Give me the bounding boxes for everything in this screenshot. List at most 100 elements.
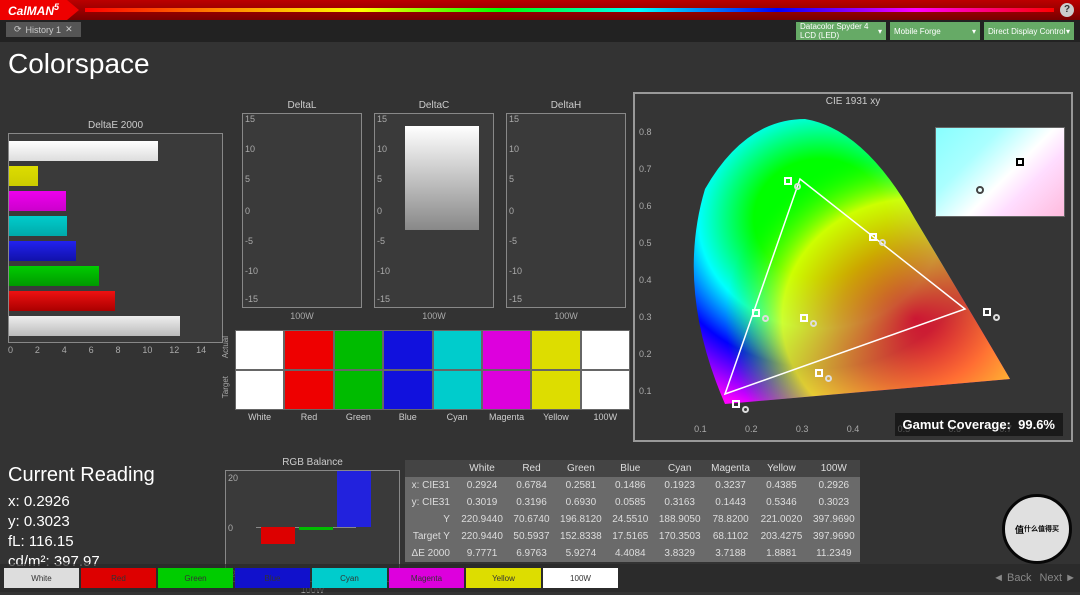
footer-btn-Cyan[interactable]: Cyan xyxy=(312,568,387,588)
rgb-bar-Red xyxy=(261,527,295,544)
reading-row: y: 0.3023 xyxy=(8,513,155,530)
table-header: Cyan xyxy=(654,460,706,477)
table-cell: 0.2924 xyxy=(456,477,508,494)
page-title: Colorspace xyxy=(8,48,1072,80)
footer-btn-Red[interactable]: Red xyxy=(81,568,156,588)
table-cell: 397.9690 xyxy=(808,528,860,545)
bar-Red xyxy=(9,291,115,311)
chevron-down-icon: ▾ xyxy=(878,27,882,36)
table-cell: 0.1443 xyxy=(706,494,755,511)
footer-btn-Magenta[interactable]: Magenta xyxy=(389,568,464,588)
swatch-actual-Red xyxy=(284,330,333,370)
swatch-target-Green xyxy=(334,370,383,410)
help-icon[interactable]: ? xyxy=(1060,3,1074,17)
footer: WhiteRedGreenBlueCyanMagentaYellow100W ◄… xyxy=(0,564,1080,592)
table-cell: 5.9274 xyxy=(555,545,607,562)
readings-table: WhiteRedGreenBlueCyanMagentaYellow100Wx:… xyxy=(405,460,860,562)
table-cell: 0.3237 xyxy=(706,477,755,494)
swatch-target-Cyan xyxy=(433,370,482,410)
table-cell: 17.5165 xyxy=(607,528,653,545)
table-rowhead: Target Y xyxy=(405,528,456,545)
cie-preview xyxy=(935,127,1065,217)
table-cell: 6.9763 xyxy=(508,545,554,562)
table-cell: 70.6740 xyxy=(508,511,554,528)
table-cell: 220.9440 xyxy=(456,528,508,545)
table-cell: 221.0020 xyxy=(755,511,807,528)
current-reading: Current Reading x: 0.2926y: 0.3023fL: 11… xyxy=(8,464,155,573)
bar-Magenta xyxy=(9,191,66,211)
table-cell: 78.8200 xyxy=(706,511,755,528)
table-cell: 0.3019 xyxy=(456,494,508,511)
table-cell: 0.2926 xyxy=(808,477,860,494)
cie-point-Red xyxy=(983,308,991,316)
footer-btn-Yellow[interactable]: Yellow xyxy=(466,568,541,588)
table-cell: 68.1102 xyxy=(706,528,755,545)
bar-Cyan xyxy=(9,216,67,236)
swatch-actual-White xyxy=(235,330,284,370)
table-cell: 11.2349 xyxy=(808,545,860,562)
table-cell: 0.3163 xyxy=(654,494,706,511)
chevron-down-icon: ▾ xyxy=(972,27,976,36)
table-cell: 3.7188 xyxy=(706,545,755,562)
hue-bar xyxy=(85,8,1054,12)
table-header: Yellow xyxy=(755,460,807,477)
table-cell: 0.6930 xyxy=(555,494,607,511)
table-rowhead: y: CIE31 xyxy=(405,494,456,511)
watermark-icon: 值什么值得买 xyxy=(1002,494,1072,564)
table-cell: 0.6784 xyxy=(508,477,554,494)
table-cell: 188.9050 xyxy=(654,511,706,528)
footer-btn-Green[interactable]: Green xyxy=(158,568,233,588)
swatch-actual-Yellow xyxy=(531,330,580,370)
device-selector-1[interactable]: Mobile Forge▾ xyxy=(890,22,980,40)
history-tab[interactable]: ⟳ History 1 ✕ xyxy=(6,22,81,37)
table-cell: 203.4275 xyxy=(755,528,807,545)
device-selector-row: Datacolor Spyder 4 LCD (LED)▾Mobile Forg… xyxy=(0,20,1080,42)
table-cell: 397.9690 xyxy=(808,511,860,528)
table-cell: 0.2581 xyxy=(555,477,607,494)
swatch-target-Yellow xyxy=(531,370,580,410)
bar-White xyxy=(9,141,158,161)
app-logo: CalMAN5 xyxy=(0,0,67,20)
gamut-coverage: Gamut Coverage: 99.6% xyxy=(895,413,1063,436)
cie-point-White xyxy=(800,314,808,322)
cie-point-Green xyxy=(784,177,792,185)
table-cell: 0.4385 xyxy=(755,477,807,494)
cie-chart: CIE 1931 xy 0.80.7 xyxy=(633,92,1073,442)
next-button[interactable]: Next► xyxy=(1039,572,1076,584)
table-cell: 0.1486 xyxy=(607,477,653,494)
rgb-bar-Green xyxy=(299,527,333,530)
table-cell: 0.3196 xyxy=(508,494,554,511)
bar-Yellow xyxy=(9,166,38,186)
table-header xyxy=(405,460,456,477)
footer-btn-White[interactable]: White xyxy=(4,568,79,588)
swatch-actual-Green xyxy=(334,330,383,370)
cie-point-Yellow xyxy=(869,233,877,241)
table-header: White xyxy=(456,460,508,477)
rgb-bar-Blue xyxy=(337,471,371,527)
table-rowhead: x: CIE31 xyxy=(405,477,456,494)
device-selector-2[interactable]: Direct Display Control▾ xyxy=(984,22,1074,40)
footer-btn-100W[interactable]: 100W xyxy=(543,568,618,588)
table-cell: 152.8338 xyxy=(555,528,607,545)
cie-point-Blue xyxy=(732,400,740,408)
swatch-actual-Magenta xyxy=(482,330,531,370)
swatch-target-Magenta xyxy=(482,370,531,410)
deltah-chart: DeltaH 151050-5-10-15100W xyxy=(506,100,626,313)
swatch-target-Red xyxy=(284,370,333,410)
close-icon[interactable]: ✕ xyxy=(65,24,73,35)
deltae-chart: DeltaE 2000 02468101214 xyxy=(8,120,223,355)
table-header: Red xyxy=(508,460,554,477)
refresh-icon[interactable]: ⟳ xyxy=(14,24,22,35)
table-cell: 196.8120 xyxy=(555,511,607,528)
table-header: Magenta xyxy=(706,460,755,477)
chevron-down-icon: ▾ xyxy=(1066,27,1070,36)
footer-btn-Blue[interactable]: Blue xyxy=(235,568,310,588)
device-selector-0[interactable]: Datacolor Spyder 4 LCD (LED)▾ xyxy=(796,22,886,40)
table-cell: 4.4084 xyxy=(607,545,653,562)
table-cell: 220.9440 xyxy=(456,511,508,528)
cie-point-Magenta xyxy=(815,369,823,377)
table-cell: 0.3023 xyxy=(808,494,860,511)
swatch-target-100W xyxy=(581,370,630,410)
back-button[interactable]: ◄Back xyxy=(993,572,1031,584)
logo-triangle-icon xyxy=(67,0,79,20)
